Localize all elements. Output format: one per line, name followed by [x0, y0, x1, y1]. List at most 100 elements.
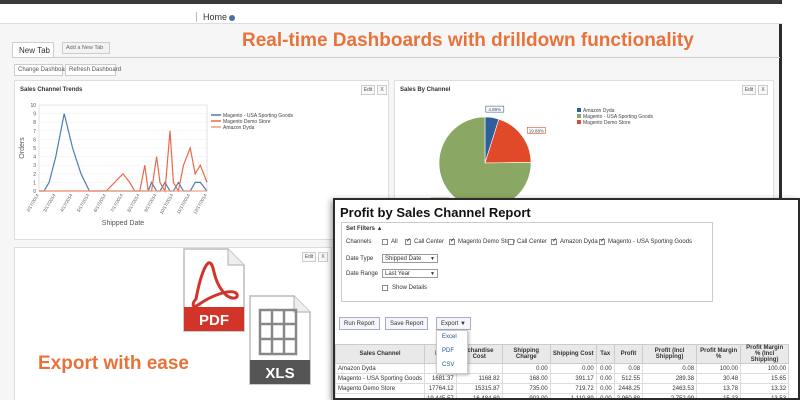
export-button[interactable]: Export ▼ [436, 317, 471, 330]
table-cell: 15.23 [696, 393, 742, 398]
table-cell: 0.00 [595, 393, 615, 398]
table-cell: 100.00 [696, 363, 742, 374]
y-axis-label: Orders [19, 137, 26, 159]
table-cell: 2,752.99 [642, 393, 698, 398]
tab-label: New Tab [19, 46, 50, 55]
slice-label: 19.88% [529, 128, 544, 133]
export-pdf-option[interactable]: PDF [442, 348, 454, 354]
table-cell: Magento - USA Sporting Goods [335, 373, 426, 384]
column-header[interactable]: Profit (Incl Shipping) [642, 344, 698, 364]
slice-label: 4.89% [488, 107, 501, 112]
export-csv-option[interactable]: CSV [442, 362, 454, 368]
table-cell: Amazon Dyda [335, 363, 426, 374]
change-dashboard-button[interactable]: Change Dashboard [14, 64, 70, 76]
table-cell: 2448.25 [613, 383, 644, 394]
y-tick-label: 4 [33, 155, 36, 161]
series-line-1 [39, 130, 208, 193]
table-cell: 289.38 [642, 373, 698, 384]
table-cell: Magento Demo Store [335, 383, 426, 394]
table-cell: 19,445.57 [424, 393, 457, 398]
x-axis-label: Shipped Date [102, 220, 145, 227]
table-cell: 1,110.89 [549, 393, 597, 398]
table-row: 19,445.57 16,484.69 903.00 1,110.89 0.00 2,96… [335, 393, 790, 398]
channel-checkbox[interactable] [551, 237, 557, 245]
export-dropdown-menu: Excel PDF CSV [436, 330, 468, 374]
x-tick-label: 8/17/2014 [126, 193, 141, 213]
column-header[interactable]: Profit Margin % (Incl Shipping) [740, 344, 790, 364]
x-tick-label: 4/17/2014 [59, 193, 74, 213]
table-row: Amazon Dyda 0.00 0.00 0.00 0.08 0.08 100.00 100… [335, 363, 790, 374]
show-details-checkbox[interactable] [382, 285, 388, 291]
table-cell: 0.08 [642, 363, 698, 374]
table-cell: 2,960.88 [613, 393, 644, 398]
table-cell: 17764.12 [424, 383, 457, 394]
close-button[interactable]: X [318, 252, 328, 262]
table-cell: 903.00 [501, 393, 551, 398]
table-cell [335, 393, 426, 398]
y-tick-label: 10 [30, 103, 36, 109]
column-header[interactable]: Tax [595, 344, 615, 364]
date-range-label: Date Range [346, 271, 379, 277]
xls-icon-label: XLS [265, 365, 294, 382]
channel-checkbox[interactable] [405, 237, 411, 245]
table-cell: 100.00 [740, 363, 790, 374]
report-table: Sales ChannelMerrchandise CostShipping C… [335, 344, 790, 398]
table-cell: 15.65 [740, 373, 790, 384]
save-report-button[interactable]: Save Report [385, 317, 429, 330]
table-cell: 13.53 [740, 393, 790, 398]
y-tick-label: 7 [33, 129, 36, 135]
tab-divider [12, 57, 780, 58]
column-header[interactable]: Profit [613, 344, 644, 364]
column-header[interactable]: Shipping Charge [501, 344, 551, 364]
top-bar: Home [0, 4, 782, 24]
y-tick-label: 3 [33, 163, 36, 169]
tab-new-tab[interactable]: New Tab [12, 42, 54, 58]
table-row: Magento Demo Store 17764.12 15315.87 735.00… [335, 383, 790, 394]
column-header[interactable]: Sales Channel [335, 344, 426, 364]
edit-button[interactable]: Edit [302, 252, 316, 262]
export-excel-option[interactable]: Excel [442, 334, 457, 340]
table-cell: 0.00 [595, 363, 615, 374]
legend-label: Amazon Dyda [223, 125, 255, 131]
channel-checkbox[interactable] [449, 237, 455, 245]
channel-checkbox[interactable] [508, 239, 514, 245]
legend-label: Magento Demo Store [583, 120, 631, 126]
table-cell: 15315.87 [455, 383, 503, 394]
channels-label: Channels [346, 239, 372, 245]
refresh-dashboard-button[interactable]: Refresh Dashboard [65, 64, 121, 76]
table-cell: 0.00 [595, 383, 615, 394]
date-type-label: Date Type [346, 256, 374, 262]
table-cell: 1681.37 [424, 373, 457, 384]
export-caption: Export with ease [38, 353, 189, 374]
tab-add-new[interactable]: Add a New Tab [62, 42, 110, 54]
xls-file-icon: XLS [249, 295, 311, 385]
set-filters-toggle[interactable]: Set Filters ▲ [346, 226, 383, 232]
channel-checkbox[interactable] [599, 237, 605, 245]
x-tick-label: 10/17/2014 [159, 193, 175, 215]
channel-label: Magento Demo Store [458, 239, 516, 245]
table-cell: 13.78 [696, 383, 742, 394]
channel-checkbox[interactable] [382, 239, 388, 245]
y-tick-label: 2 [33, 172, 36, 178]
pdf-icon-label: PDF [199, 312, 229, 329]
column-header[interactable]: Shipping Cost [549, 344, 597, 364]
x-tick-label: 5/17/2014 [76, 193, 91, 213]
column-header[interactable]: Profit Margin % [696, 344, 742, 364]
filters-box: Set Filters ▲ Channels AllCall CenterMag… [341, 222, 713, 302]
table-header-row: Sales ChannelMerrchandise CostShipping C… [335, 344, 790, 364]
breadcrumb-home[interactable]: Home [196, 12, 236, 22]
channel-label: Call Center [517, 239, 548, 245]
x-tick-label: 2/17/2014 [26, 193, 41, 213]
date-type-value: Shipped Date [385, 256, 422, 262]
table-cell: 719.72 [549, 383, 597, 394]
x-tick-label: 9/17/2014 [143, 193, 158, 213]
date-type-select[interactable]: Shipped Date ▼ [382, 254, 438, 263]
y-tick-label: 1 [33, 180, 36, 186]
x-tick-label: 7/17/2014 [110, 193, 125, 213]
legend-swatch [577, 120, 581, 124]
table-cell: 1168.82 [455, 373, 503, 384]
run-report-button[interactable]: Run Report [339, 317, 380, 330]
home-dropdown-icon[interactable] [229, 14, 236, 21]
date-range-value: Last Year [385, 271, 411, 277]
date-range-select[interactable]: Last Year ▼ [382, 269, 438, 278]
